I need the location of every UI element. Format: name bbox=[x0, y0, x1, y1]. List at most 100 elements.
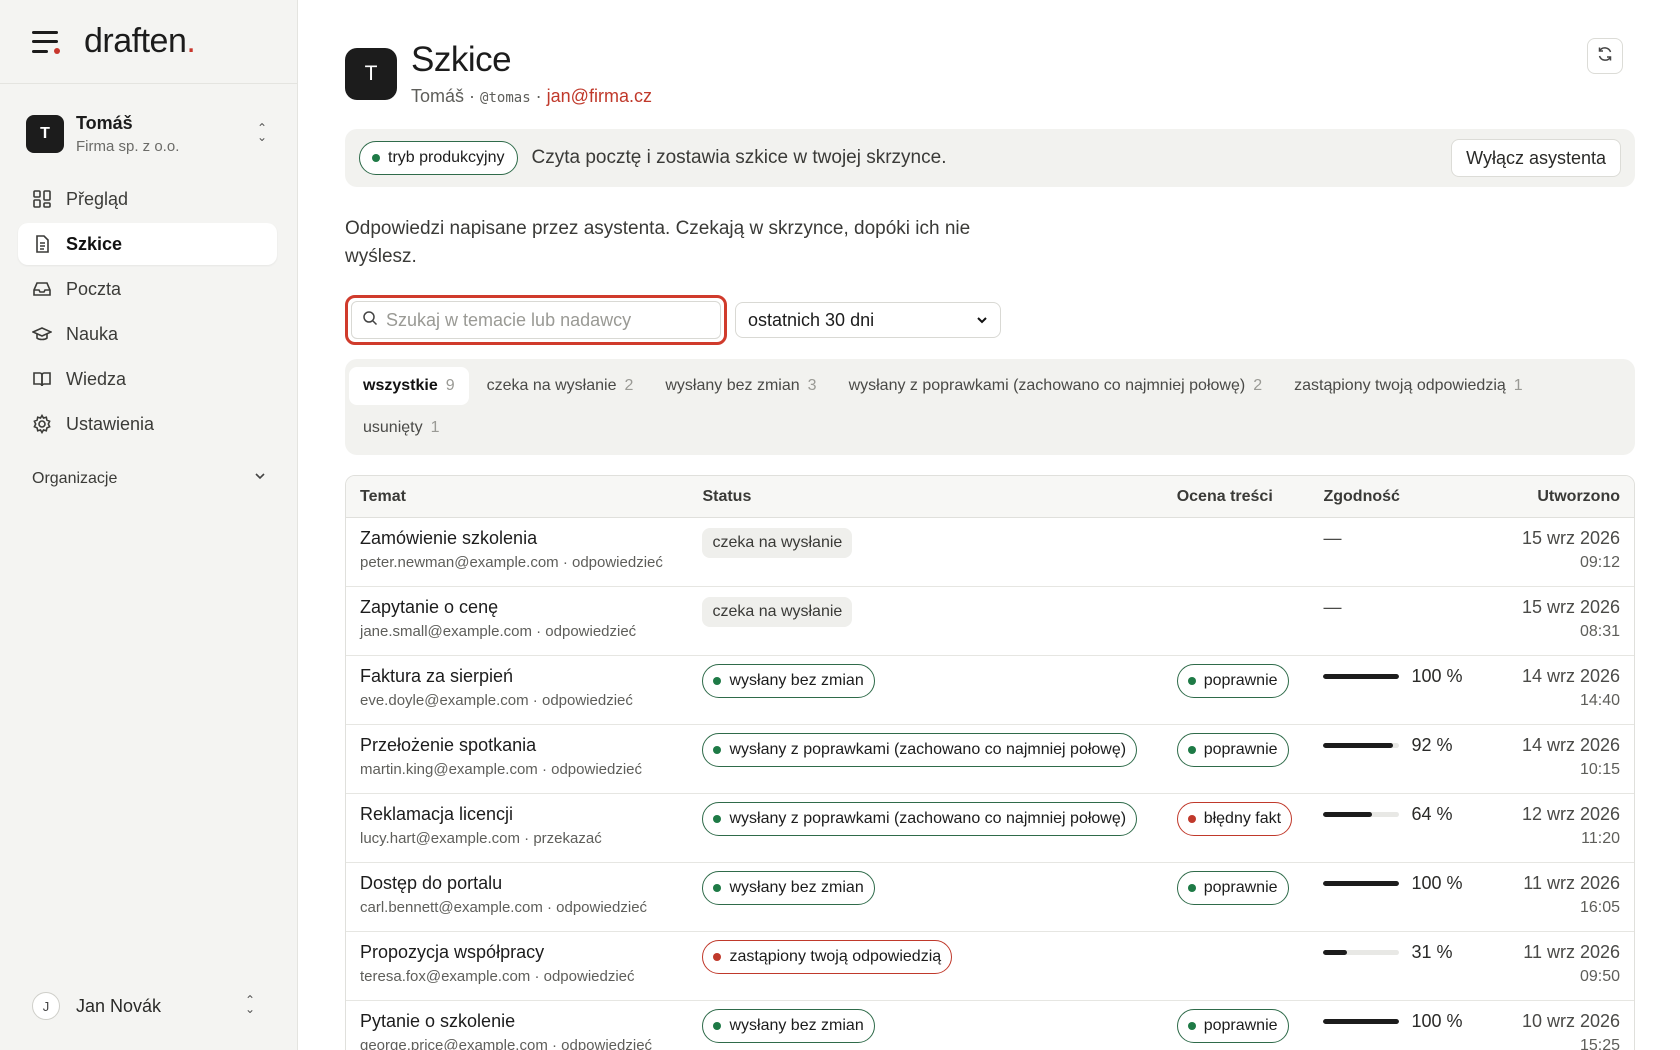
match-indicator: 64 % bbox=[1323, 804, 1493, 825]
status-dot-icon bbox=[713, 815, 722, 823]
tab-awaiting[interactable]: czeka na wysłanie 2 bbox=[473, 367, 648, 405]
sidebar-item-label: Wiedza bbox=[66, 368, 127, 389]
disable-assistant-button[interactable]: Wyłącz asystenta bbox=[1451, 139, 1621, 177]
mode-badge: tryb produkcyjny bbox=[359, 141, 518, 175]
search-box[interactable] bbox=[351, 301, 721, 339]
search-icon bbox=[362, 310, 378, 331]
match-percent: 92 % bbox=[1411, 735, 1453, 755]
row-subject[interactable]: Reklamacja licencji bbox=[360, 804, 702, 825]
match-percent: 100 % bbox=[1411, 1011, 1463, 1031]
refresh-button[interactable] bbox=[1587, 38, 1623, 74]
page-header: T Szkice Tomáš · @tomas · jan@firma.cz bbox=[345, 40, 1635, 107]
row-time: 11:20 bbox=[1581, 830, 1620, 847]
refresh-icon bbox=[1596, 45, 1614, 68]
sidebar-item-learning[interactable]: Nauka bbox=[18, 313, 277, 355]
match-indicator: 100 % bbox=[1323, 666, 1493, 687]
eval-badge: poprawnie bbox=[1176, 871, 1289, 905]
row-meta: jane.small@example.com · odpowiedzieć bbox=[360, 623, 637, 640]
row-subject[interactable]: Faktura za sierpień bbox=[360, 666, 702, 687]
row-date: 15 wrz 2026 bbox=[1521, 528, 1620, 548]
table-row[interactable]: Dostęp do portalu carl.bennett@example.co… bbox=[346, 863, 1634, 932]
user-menu[interactable]: J Jan Novák ⌃ ⌄ bbox=[32, 986, 265, 1026]
sidebar-item-label: Poczta bbox=[66, 278, 122, 299]
chevron-updown-icon: ⌃ ⌄ bbox=[256, 121, 268, 144]
eval-badge: poprawnie bbox=[1176, 1009, 1289, 1043]
row-meta: carl.bennett@example.com · odpowiedzieć bbox=[360, 899, 648, 916]
table-row[interactable]: Propozycja współpracy teresa.fox@example.… bbox=[346, 932, 1634, 1001]
chevron-updown-icon: ⌃ ⌄ bbox=[244, 993, 256, 1016]
status-tabs: wszystkie 9 czeka na wysłanie 2 wysłany be… bbox=[345, 359, 1635, 455]
row-subject[interactable]: Dostęp do portalu bbox=[360, 873, 702, 894]
tab-all[interactable]: wszystkie 9 bbox=[349, 367, 469, 405]
row-time: 09:12 bbox=[1579, 554, 1620, 571]
mailbox-email[interactable]: jan@firma.cz bbox=[547, 86, 652, 106]
match-empty: — bbox=[1323, 528, 1342, 548]
row-date: 12 wrz 2026 bbox=[1521, 804, 1620, 824]
banner-text: Czyta pocztę i zostawia szkice w twojej … bbox=[531, 147, 947, 168]
sidebar-nav: Přegląd Szkice Poczta Nauka Wiedza Ustaw… bbox=[0, 178, 297, 445]
column-header-subject[interactable]: Temat bbox=[346, 488, 702, 506]
row-subject[interactable]: Zapytanie o cenę bbox=[360, 597, 702, 618]
sidebar-item-overview[interactable]: Přegląd bbox=[18, 178, 277, 220]
sidebar-item-knowledge[interactable]: Wiedza bbox=[18, 358, 277, 400]
tab-replaced[interactable]: zastąpiony twoją odpowiedzią 1 bbox=[1280, 367, 1537, 405]
intro-text: Odpowiedzi napisane przez asystenta. Cze… bbox=[345, 218, 971, 267]
status-dot-icon bbox=[1187, 815, 1196, 823]
match-percent: 64 % bbox=[1411, 804, 1453, 824]
organizations-label: Organizacje bbox=[32, 469, 118, 487]
sidebar-item-drafts[interactable]: Szkice bbox=[18, 223, 277, 265]
row-meta: eve.doyle@example.com · odpowiedzieć bbox=[360, 692, 633, 709]
sidebar-item-settings[interactable]: Ustawienia bbox=[18, 403, 277, 445]
table-row[interactable]: Zamówienie szkolenia peter.newman@example… bbox=[346, 518, 1634, 587]
row-subject[interactable]: Pytanie o szkolenie bbox=[360, 1011, 702, 1032]
tab-deleted[interactable]: usunięty 1 bbox=[349, 409, 454, 447]
tab-sent-edited[interactable]: wysłany z poprawkami (zachowano co najmn… bbox=[835, 367, 1277, 405]
match-bar bbox=[1323, 950, 1400, 955]
row-subject[interactable]: Zamówienie szkolenia bbox=[360, 528, 702, 549]
table-row[interactable]: Faktura za sierpień eve.doyle@example.com… bbox=[346, 656, 1634, 725]
status-dot-icon bbox=[713, 677, 722, 685]
sidebar-item-mail[interactable]: Poczta bbox=[18, 268, 277, 310]
eval-badge: poprawnie bbox=[1176, 664, 1289, 698]
match-indicator: 92 % bbox=[1323, 735, 1493, 756]
column-header-match[interactable]: Zgodność bbox=[1323, 488, 1493, 506]
tab-sent-unchanged[interactable]: wysłany bez zmian 3 bbox=[651, 367, 830, 405]
match-bar bbox=[1323, 812, 1400, 817]
logo[interactable]: draften. bbox=[84, 22, 196, 61]
match-bar-fill bbox=[1323, 674, 1400, 679]
row-date: 15 wrz 2026 bbox=[1521, 597, 1620, 617]
column-header-status[interactable]: Status bbox=[702, 488, 1176, 506]
organizations-toggle[interactable]: Organizacje bbox=[32, 469, 267, 488]
row-time: 16:05 bbox=[1579, 899, 1620, 916]
column-header-created[interactable]: Utworzono bbox=[1493, 488, 1634, 506]
eval-badge: poprawnie bbox=[1176, 733, 1289, 767]
inbox-icon bbox=[32, 279, 52, 299]
status-dot-icon bbox=[713, 953, 722, 961]
table-row[interactable]: Reklamacja licencji lucy.hart@example.com… bbox=[346, 794, 1634, 863]
menu-icon[interactable] bbox=[32, 30, 60, 54]
match-bar-fill bbox=[1323, 743, 1394, 748]
table-row[interactable]: Zapytanie o cenę jane.small@example.com ·… bbox=[346, 587, 1634, 656]
page-title: Szkice bbox=[411, 40, 512, 79]
mailbox-owner: Tomáš bbox=[411, 86, 465, 106]
row-date: 14 wrz 2026 bbox=[1521, 735, 1620, 755]
status-badge: wysłany z poprawkami (zachowano co najmn… bbox=[702, 802, 1138, 836]
column-header-eval[interactable]: Ocena treści bbox=[1177, 488, 1324, 506]
table-row[interactable]: Pytanie o szkolenie george.price@example.… bbox=[346, 1001, 1634, 1050]
row-subject[interactable]: Propozycja współpracy bbox=[360, 942, 702, 963]
row-subject[interactable]: Przełożenie spotkania bbox=[360, 735, 702, 756]
chevron-down-icon bbox=[976, 310, 988, 331]
search-input[interactable] bbox=[386, 309, 720, 331]
match-percent: 100 % bbox=[1411, 666, 1463, 686]
table-header: Temat Status Ocena treści Zgodność Utwor… bbox=[346, 476, 1634, 518]
match-bar-fill bbox=[1323, 812, 1373, 817]
row-date: 10 wrz 2026 bbox=[1521, 1011, 1620, 1031]
account-switcher[interactable]: T Tomáš Firma sp. z o.o. ⌃ ⌄ bbox=[26, 106, 277, 162]
row-meta: george.price@example.com · odpowiedzieć bbox=[360, 1037, 653, 1050]
period-select[interactable]: ostatnich 30 dni bbox=[735, 302, 1001, 338]
main-content: T Szkice Tomáš · @tomas · jan@firma.cz t… bbox=[345, 0, 1635, 1050]
status-dot-icon bbox=[1187, 746, 1196, 754]
table-row[interactable]: Przełożenie spotkania martin.king@example… bbox=[346, 725, 1634, 794]
row-time: 14:40 bbox=[1579, 692, 1620, 709]
sidebar-item-label: Přegląd bbox=[66, 188, 129, 209]
